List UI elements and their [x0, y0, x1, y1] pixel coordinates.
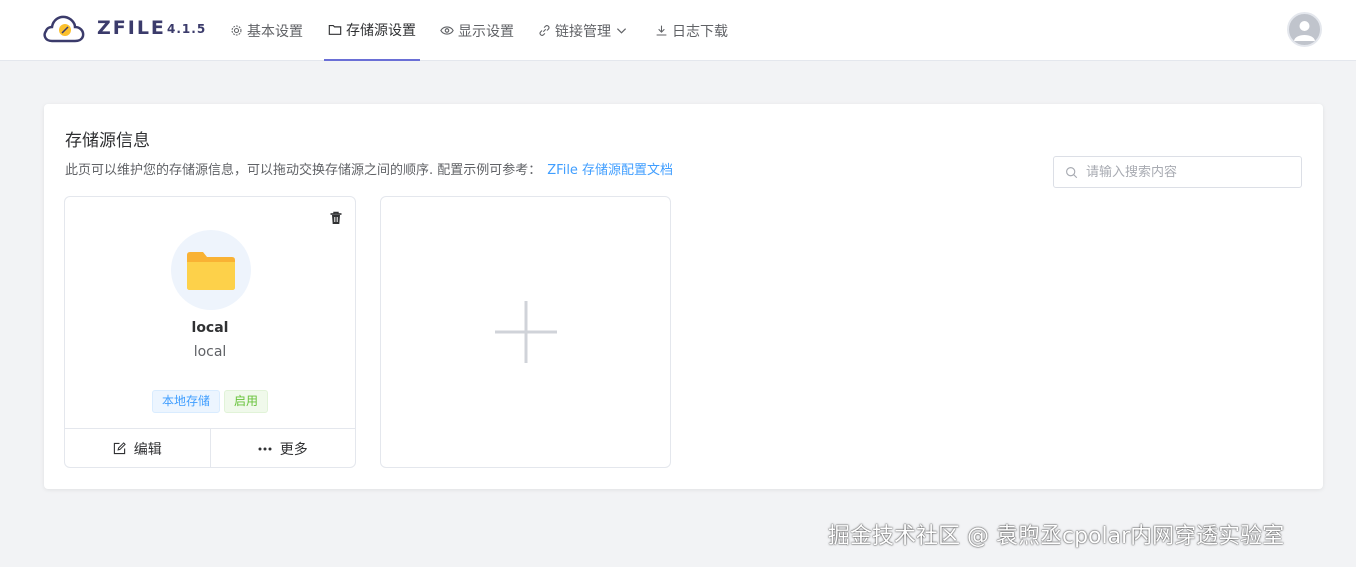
panel-description: 此页可以维护您的存储源信息，可以拖动交换存储源之间的顺序. 配置示例可参考： ZF…: [65, 159, 673, 178]
page-title: 存储源信息: [65, 131, 150, 151]
chevron-down-icon: [616, 27, 627, 34]
type-tag: 本地存储: [151, 390, 220, 413]
nav-display-settings[interactable]: 显示设置: [436, 0, 518, 61]
search-box[interactable]: [1053, 156, 1302, 188]
search-input[interactable]: [1086, 164, 1296, 180]
eye-icon: [440, 26, 454, 35]
user-avatar[interactable]: [1287, 12, 1322, 47]
download-icon: [656, 25, 667, 36]
storage-tags: 本地存储 启用: [65, 390, 355, 413]
storage-name: local: [191, 320, 229, 336]
user-icon: [1294, 21, 1315, 41]
folder-icon: [187, 252, 235, 290]
storage-card[interactable]: local local 本地存储 启用 编辑 更多: [64, 196, 356, 468]
nav-basic-settings[interactable]: 基本设置: [226, 0, 307, 61]
doc-link[interactable]: ZFile 存储源配置文档: [547, 163, 673, 178]
nav-log-download[interactable]: 日志下载: [651, 0, 732, 61]
watermark-text: 掘金技术社区 @ 袁煦丞cpolar内网穿透实验室: [828, 524, 1285, 549]
edit-button[interactable]: 编辑: [65, 429, 210, 468]
storage-type: local: [193, 344, 227, 360]
storage-icon-circle: [171, 230, 251, 310]
plus-icon: [495, 301, 557, 363]
brand-name: ZFILE: [97, 17, 166, 39]
nav-label: 链接管理: [555, 23, 611, 40]
nav-storage-settings[interactable]: 存储源设置: [324, 0, 420, 61]
link-icon: [539, 25, 550, 36]
edit-label: 编辑: [133, 441, 162, 458]
nav-label: 存储源设置: [346, 22, 416, 39]
cloud-logo-icon[interactable]: [42, 13, 86, 45]
folder-icon: [328, 24, 342, 35]
nav-link-management[interactable]: 链接管理: [534, 0, 631, 61]
edit-icon: [113, 442, 126, 455]
gear-icon: [231, 25, 242, 36]
storage-actions: 编辑 更多: [65, 428, 355, 468]
status-badge: 启用: [224, 390, 269, 413]
search-icon: [1066, 166, 1078, 178]
nav-label: 显示设置: [458, 23, 514, 40]
more-dots-icon: [258, 447, 272, 450]
trash-icon[interactable]: [329, 211, 343, 225]
more-label: 更多: [279, 441, 308, 458]
more-button[interactable]: 更多: [209, 429, 356, 468]
version-label: 4.1.5: [167, 22, 207, 36]
description-text: 此页可以维护您的存储源信息，可以拖动交换存储源之间的顺序. 配置示例可参考：: [65, 163, 542, 178]
storage-panel: 存储源信息 此页可以维护您的存储源信息，可以拖动交换存储源之间的顺序. 配置示例…: [44, 104, 1323, 489]
top-navbar: ZFILE 4.1.5 基本设置 存储源设置 显示设置 链接管理 日志下载: [0, 0, 1356, 61]
add-storage-card[interactable]: [380, 196, 671, 468]
nav-label: 日志下载: [672, 23, 728, 40]
nav-label: 基本设置: [247, 23, 303, 40]
